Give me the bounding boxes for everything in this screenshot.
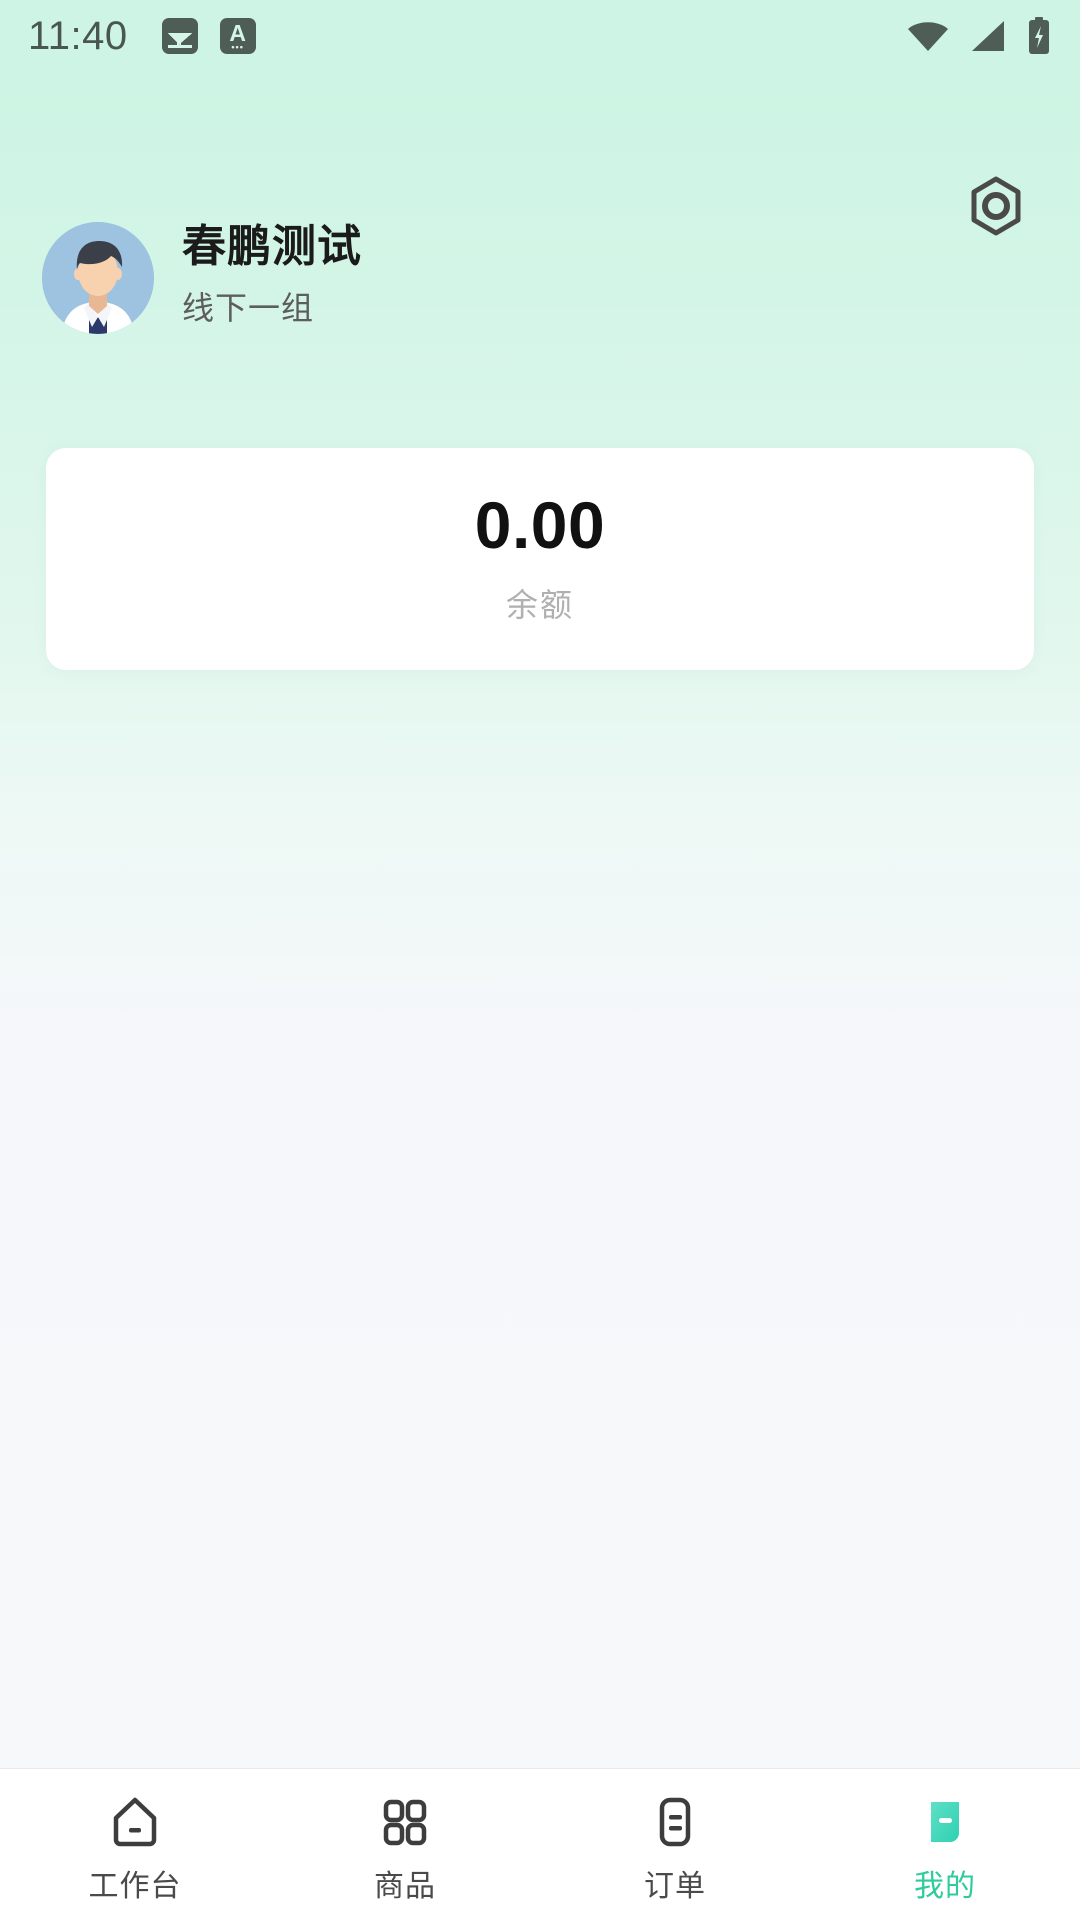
- status-bar: 11:40 A •••: [0, 0, 1080, 72]
- settings-nut-icon[interactable]: [965, 175, 1027, 237]
- home-icon: [105, 1791, 165, 1853]
- wifi-icon: [906, 19, 950, 53]
- input-method-dots: •••: [231, 42, 244, 52]
- balance-amount: 0.00: [474, 488, 606, 562]
- avatar[interactable]: [42, 222, 154, 335]
- tab-label-orders: 订单: [644, 1870, 706, 1903]
- tab-label-workbench: 工作台: [88, 1870, 182, 1903]
- tab-orders[interactable]: 订单: [540, 1769, 810, 1905]
- profile-text: 春鹏测试 线下一组: [182, 222, 362, 335]
- profile-header[interactable]: 春鹏测试 线下一组: [42, 222, 362, 335]
- status-bar-notification-icons: A •••: [161, 18, 256, 54]
- cellular-signal-icon: [968, 19, 1008, 53]
- grid-icon: [375, 1791, 435, 1853]
- image-icon: [161, 18, 198, 54]
- tab-workbench[interactable]: 工作台: [0, 1769, 270, 1905]
- document-icon: [645, 1791, 705, 1853]
- user-group: 线下一组: [182, 289, 315, 326]
- profile-icon: [915, 1791, 975, 1853]
- tab-products[interactable]: 商品: [270, 1769, 540, 1905]
- battery-charging-icon: [1026, 17, 1052, 55]
- tab-label-products: 商品: [374, 1870, 436, 1903]
- tab-mine[interactable]: 我的: [810, 1769, 1080, 1905]
- status-bar-time: 11:40: [28, 14, 128, 58]
- input-method-icon: A •••: [219, 18, 256, 54]
- user-name: 春鹏测试: [182, 222, 362, 271]
- bottom-tab-bar: 工作台 商品 订单 我的: [0, 1768, 1080, 1920]
- status-bar-system-icons: [906, 17, 1052, 55]
- app-screen: 11:40 A ••• 春鹏测试 线下一组 0.00 余额 工作台 商品 订单 …: [0, 0, 1080, 1920]
- tab-label-mine: 我的: [914, 1870, 976, 1903]
- balance-label: 余额: [505, 587, 574, 623]
- balance-card[interactable]: 0.00 余额: [46, 448, 1034, 670]
